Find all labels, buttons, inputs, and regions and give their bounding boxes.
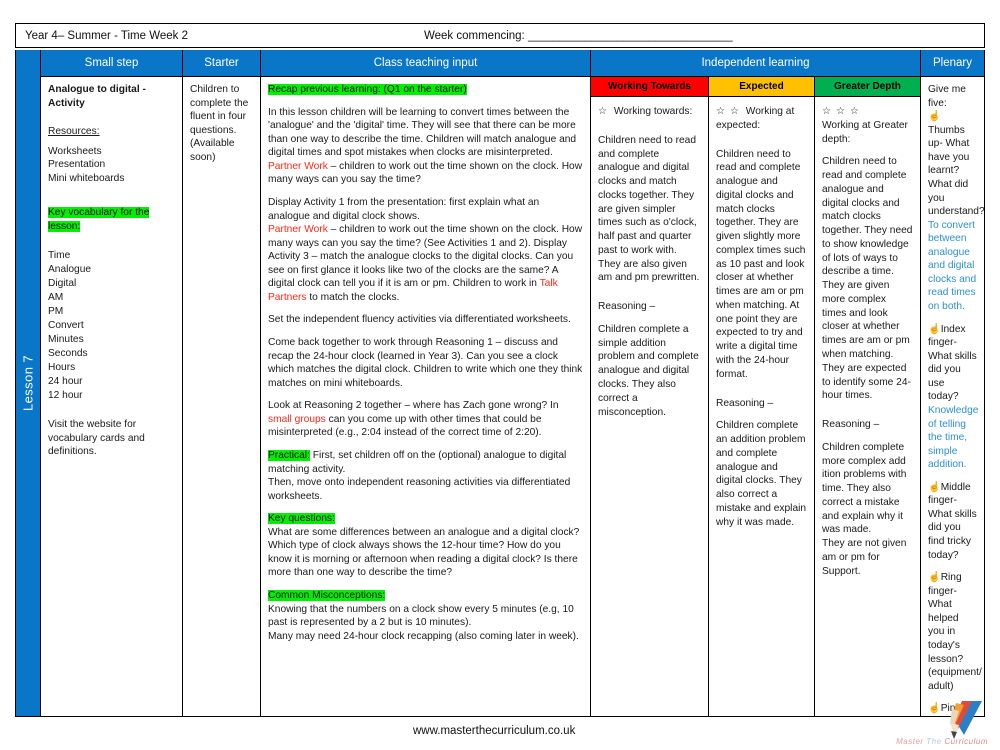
independent-subcolumns: Working Towards ☆ Working towards: Child… [591,77,920,716]
vocab-item: 12 hour [48,390,83,402]
column-independent-learning: Independent learning Working Towards ☆ W… [590,50,920,716]
header-independent-learning: Independent learning [591,50,920,77]
vocab-item: 24 hour [48,376,83,388]
teaching-body: Recap previous learning: (Q1 on the star… [261,77,590,716]
lesson-plan-page: Year 4– Summer - Time Week 2 Week commen… [0,0,1000,750]
resources-heading: Resources: [48,126,100,138]
plenary-heading: Give me five: [928,84,966,109]
expected-reasoning-text: Children complete an addition problem an… [716,420,807,528]
expected-subtitle: ☆ ☆ Working at expected: [716,106,795,131]
greater-depth-reasoning-text: Children complete more complex add ition… [822,441,907,536]
greater-depth-reasoning-label: Reasoning – [822,419,880,431]
vocab-item: AM [48,291,64,303]
vocab-item: PM [48,305,64,317]
recap-heading: Recap previous learning: (Q1 on the star… [268,84,467,95]
week-commencing-field[interactable]: Week commencing: _______________________… [424,30,733,42]
teaching-partner-work-2: Partner Work – children to work out the … [268,224,583,303]
teaching-practical-2: Then, move onto independent reasoning ac… [268,477,571,502]
meta-bar: Year 4– Summer - Time Week 2 Week commen… [15,23,985,48]
resource-item: Presentation [48,159,106,171]
header-working-towards: Working Towards [591,77,708,97]
plenary-item: ☝Ring finger- What helped you in today's… [928,572,982,692]
hand-icon: ☝ [928,481,941,493]
hand-icon: ☝ [928,111,941,123]
greater-depth-text: Children need to read and complete analo… [822,156,913,402]
header-greater-depth: Greater Depth [815,77,920,97]
working-towards-subtitle: ☆ Working towards: [598,106,693,117]
teaching-para-3: Set the independent fluency activities v… [268,314,571,326]
vocab-item: Convert [48,319,84,331]
teaching-para-4: Come back together to work through Reaso… [268,337,583,389]
vocab-item: Hours [48,362,76,374]
vocab-item: Time [48,249,71,261]
logo-wordmark: Master The Curriculum [896,737,988,746]
column-small-step: Small step Analogue to digital - Activit… [40,50,182,716]
vocab-item: Analogue [48,263,92,275]
expected-body: ☆ ☆ Working at expected: Children need t… [709,97,814,716]
teaching-practical: Practical: First, set children off on th… [268,449,567,475]
column-plenary: Plenary Give me five: ☝ Thumbs up- What … [920,50,984,716]
working-towards-text: Children need to read and complete analo… [598,134,700,284]
misconceptions-text-2: Many may need 24-hour clock recapping (a… [268,630,579,642]
plenary-item: ☝Middle finger- What skills did you find… [928,481,977,561]
subcolumn-greater-depth: Greater Depth ☆ ☆ ☆ Working at Greater d… [814,77,920,716]
teaching-para-1: In this lesson children will be learning… [268,106,577,159]
resource-item: Worksheets [48,145,102,157]
logo-word-curriculum: Curriculum [944,737,988,746]
expected-text: Children need to read and complete analo… [716,148,806,380]
working-towards-body: ☆ Working towards: Children need to read… [591,97,708,716]
year-term-title: Year 4– Summer - Time Week 2 [25,29,188,42]
column-class-teaching-input: Class teaching input Recap previous lear… [260,50,590,716]
website-url[interactable]: www.masterthecurriculum.co.uk [413,725,575,737]
lesson-number-label: Lesson 7 [20,355,36,411]
logo-word-master: Master [896,737,924,746]
header-plenary: Plenary [921,50,984,77]
subcolumn-expected: Expected ☆ ☆ Working at expected: Childr… [708,77,814,716]
teaching-partner-work-1: Partner Work – children to work out the … [268,160,583,186]
lesson-number-spine: Lesson 7 [16,50,40,716]
vocab-heading: Key vocabulary for the lesson: [48,207,150,232]
greater-depth-subtitle: Working at Greater depth: [822,119,908,145]
small-step-title: Analogue to digital - Activity [48,84,146,109]
star-icon: ☆ ☆ [716,106,741,117]
star-icon: ☆ ☆ ☆ [822,106,861,117]
page-footer: www.masterthecurriculum.co.uk Master The… [0,701,1000,750]
misconceptions-text: Knowing that the numbers on a clock show… [268,603,574,629]
header-small-step: Small step [41,50,182,77]
plenary-item: ☝Index finger- What skills did you use t… [928,323,977,403]
lesson-table: Lesson 7 Small step Analogue to digital … [15,50,985,717]
resource-item: Mini whiteboards [48,172,125,184]
header-starter: Starter [183,50,260,77]
misconceptions-heading: Common Misconceptions: [268,590,386,601]
hand-icon: ☝ [928,323,941,335]
working-towards-reasoning-label: Reasoning – [598,301,656,313]
key-questions-heading: Key questions: [268,513,335,525]
working-towards-reasoning-text: Children complete a simple addition prob… [598,323,699,418]
subcolumn-working-towards: Working Towards ☆ Working towards: Child… [591,77,708,716]
plenary-body: Give me five: ☝ Thumbs up- What have you… [921,77,984,716]
plenary-item: ☝ Thumbs up- What have you learnt? What … [928,111,984,218]
expected-reasoning-label: Reasoning – [716,397,774,409]
teaching-para-5: Look at Reasoning 2 together – where has… [268,400,559,439]
key-questions-text: What are some differences between an ana… [268,526,580,579]
greater-depth-body: ☆ ☆ ☆ Working at Greater depth: Children… [815,97,920,716]
starter-body: Children to complete the fluent in four … [183,77,260,716]
hand-icon: ☝ [928,572,941,584]
plenary-item-answer: Knowledge of telling the time, simple ad… [928,404,979,471]
logo-word-the: The [926,737,942,746]
header-class-teaching-input: Class teaching input [261,50,590,77]
vocab-item: Minutes [48,333,84,345]
vocab-item: Seconds [48,348,88,360]
star-icon: ☆ [598,106,609,117]
header-expected: Expected [709,77,814,97]
plenary-item-answer: To convert between analogue and digital … [928,219,977,312]
greater-depth-reasoning-text-2: They are not given am or pm for Support. [822,538,907,577]
column-starter: Starter Children to complete the fluent … [182,50,260,716]
website-footnote: Visit the website for vocabulary cards a… [48,419,145,458]
small-step-body: Analogue to digital - Activity Resources… [41,77,182,716]
vocab-item: Digital [48,277,77,289]
teaching-para-2: Display Activity 1 from the presentation… [268,196,540,222]
starter-text: Children to complete the fluent in four … [190,84,249,163]
